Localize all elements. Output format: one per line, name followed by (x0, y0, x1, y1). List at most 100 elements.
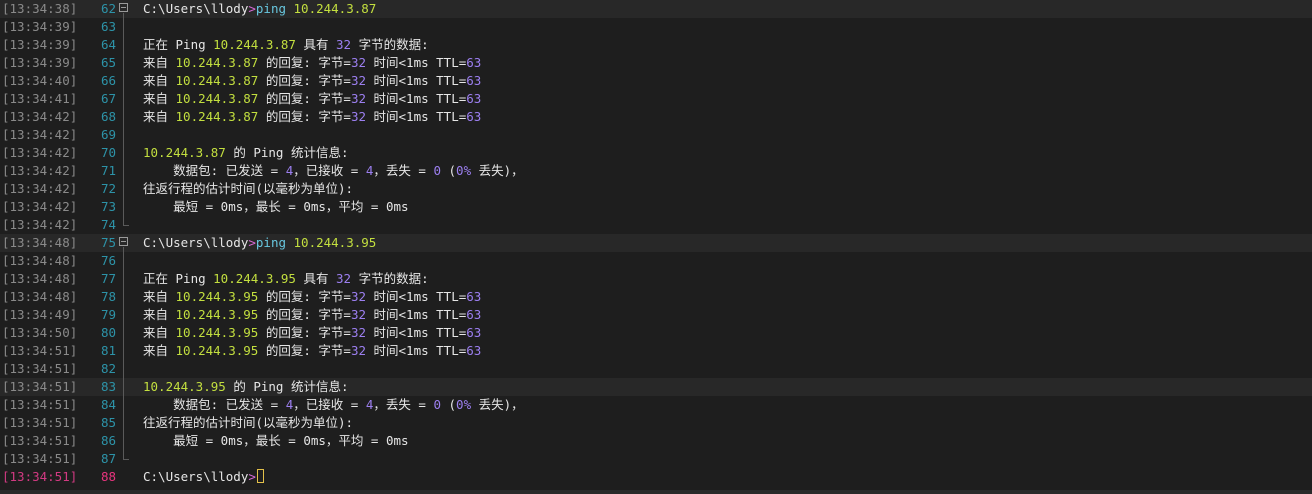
fold-guide (118, 360, 132, 378)
timestamp: [13:34:51] (2, 469, 78, 484)
timestamp: [13:34:39] (2, 19, 78, 34)
text-token: 时间<1ms TTL= (366, 55, 467, 70)
fold-end-guide (118, 216, 132, 234)
current-line[interactable]: [13:34:51] 88 C:\Users\llody> (0, 468, 1312, 486)
text-token: 最短 = 0ms，最长 = 0ms，平均 = 0ms (143, 199, 409, 214)
line-text: 来自 10.244.3.87 的回复: 字节=32 时间<1ms TTL=63 (143, 90, 481, 108)
terminal-line[interactable]: [13:34:42] 70 10.244.3.87 的 Ping 统计信息: (0, 144, 1312, 162)
text-token: 10.244.3.87 (293, 1, 377, 16)
text-token: ping (255, 235, 294, 250)
fold-guide (118, 252, 132, 270)
terminal-line[interactable]: [13:34:51] 83 10.244.3.95 的 Ping 统计信息: (0, 378, 1312, 396)
text-token: 的 Ping 统计信息: (225, 379, 349, 394)
timestamp: [13:34:42] (2, 109, 78, 124)
terminal-line[interactable]: [13:34:40] 66 来自 10.244.3.87 的回复: 字节=32 时间… (0, 72, 1312, 90)
terminal-line[interactable]: [13:34:51] 85 往返行程的估计时间(以毫秒为单位): (0, 414, 1312, 432)
text-token: 10.244.3.95 (175, 289, 259, 304)
terminal-line[interactable]: [13:34:42] 68 来自 10.244.3.87 的回复: 字节=32 时间… (0, 108, 1312, 126)
terminal-line[interactable]: [13:34:42] 74 (0, 216, 1312, 234)
fold-guide (118, 288, 132, 306)
text-token: 往返行程的估计时间(以毫秒为单位): (143, 415, 354, 430)
text-token: 32 (350, 55, 366, 70)
text-token: 63 (466, 307, 482, 322)
fold-guide (118, 54, 132, 72)
text-token: 的回复: 字节= (258, 109, 351, 124)
text-token: 10.244.3.87 (175, 91, 259, 106)
text-token: 32 (350, 73, 366, 88)
terminal-line[interactable]: [13:34:48] 77 正在 Ping 10.244.3.95 具有 32 字节… (0, 270, 1312, 288)
fold-toggle-icon[interactable] (118, 0, 132, 18)
terminal-line[interactable]: [13:34:38] 62 C:\Users\llody>ping 10.244.3… (0, 0, 1312, 18)
line-number: 75 (100, 235, 116, 250)
terminal-line[interactable]: [13:34:51] 84 数据包: 已发送 = 4，已接收 = 4，丢失 = 0… (0, 396, 1312, 414)
text-token: 时间<1ms TTL= (366, 289, 467, 304)
text-token: 丢失)， (471, 163, 524, 178)
terminal-line[interactable]: [13:34:51] 81 来自 10.244.3.95 的回复: 字节=32 时间… (0, 342, 1312, 360)
terminal-line[interactable]: [13:34:42] 71 数据包: 已发送 = 4，已接收 = 4，丢失 = 0… (0, 162, 1312, 180)
text-token: ping (255, 1, 294, 16)
text-token: 10.244.3.87 (143, 145, 226, 160)
text-token: 来自 (143, 325, 176, 340)
text-token: ( (440, 163, 457, 178)
text-token: 来自 (143, 307, 176, 322)
terminal-line[interactable]: [13:34:39] 65 来自 10.244.3.87 的回复: 字节=32 时间… (0, 54, 1312, 72)
line-number: 86 (100, 433, 116, 448)
text-token: 32 (350, 289, 366, 304)
line-text: 10.244.3.95 的 Ping 统计信息: (143, 378, 349, 396)
timestamp: [13:34:51] (2, 361, 78, 376)
terminal-line[interactable]: [13:34:39] 63 (0, 18, 1312, 36)
line-number: 83 (100, 379, 116, 394)
text-token: 时间<1ms TTL= (366, 91, 467, 106)
timestamp: [13:34:49] (2, 307, 78, 322)
text-token: 具有 (295, 37, 337, 52)
terminal-line[interactable]: [13:34:51] 86 最短 = 0ms，最长 = 0ms，平均 = 0ms (0, 432, 1312, 450)
timestamp: [13:34:48] (2, 289, 78, 304)
text-token: ，丢失 = (373, 397, 434, 412)
line-text: 来自 10.244.3.87 的回复: 字节=32 时间<1ms TTL=63 (143, 108, 481, 126)
text-token: 32 (350, 325, 366, 340)
line-text: 来自 10.244.3.95 的回复: 字节=32 时间<1ms TTL=63 (143, 288, 481, 306)
terminal-line[interactable]: [13:34:41] 67 来自 10.244.3.87 的回复: 字节=32 时间… (0, 90, 1312, 108)
line-text: 来自 10.244.3.87 的回复: 字节=32 时间<1ms TTL=63 (143, 72, 481, 90)
terminal-line[interactable]: [13:34:51] 87 (0, 450, 1312, 468)
fold-toggle-icon[interactable] (118, 234, 132, 252)
terminal-line[interactable]: [13:34:48] 75 C:\Users\llody>ping 10.244.3… (0, 234, 1312, 252)
terminal-line[interactable]: [13:34:51] 82 (0, 360, 1312, 378)
terminal-window[interactable]: [13:34:38] 62 C:\Users\llody>ping 10.244.3… (0, 0, 1312, 494)
fold-guide (118, 306, 132, 324)
text-token: 时间<1ms TTL= (366, 343, 467, 358)
text-token: 10.244.3.95 (213, 271, 296, 286)
terminal-line[interactable]: [13:34:42] 69 (0, 126, 1312, 144)
text-token: ，已接收 = (293, 163, 366, 178)
line-number: 65 (100, 55, 116, 70)
text-token: 具有 (295, 271, 337, 286)
text-token: ，丢失 = (373, 163, 434, 178)
timestamp: [13:34:51] (2, 415, 78, 430)
text-token: 正在 Ping (143, 271, 214, 286)
timestamp: [13:34:38] (2, 1, 78, 16)
text-token: 0 (433, 397, 441, 412)
terminal-line[interactable]: [13:34:42] 72 往返行程的估计时间(以毫秒为单位): (0, 180, 1312, 198)
line-number: 74 (100, 217, 116, 232)
timestamp: [13:34:42] (2, 145, 78, 160)
horizontal-scrollbar[interactable] (0, 490, 1312, 494)
terminal-line[interactable]: [13:34:50] 80 来自 10.244.3.95 的回复: 字节=32 时间… (0, 324, 1312, 342)
text-token: 63 (466, 289, 482, 304)
timestamp: [13:34:40] (2, 73, 78, 88)
text-token: 的回复: 字节= (258, 73, 351, 88)
line-text: C:\Users\llody>ping 10.244.3.87 (143, 0, 376, 18)
timestamp: [13:34:42] (2, 181, 78, 196)
line-text: 正在 Ping 10.244.3.87 具有 32 字节的数据: (143, 36, 429, 54)
line-text: 数据包: 已发送 = 4，已接收 = 4，丢失 = 0 (0% 丢失)， (143, 162, 524, 180)
timestamp: [13:34:51] (2, 343, 78, 358)
text-token: 63 (466, 91, 482, 106)
terminal-line[interactable]: [13:34:48] 78 来自 10.244.3.95 的回复: 字节=32 时间… (0, 288, 1312, 306)
timestamp: [13:34:50] (2, 325, 78, 340)
line-text: 正在 Ping 10.244.3.95 具有 32 字节的数据: (143, 270, 429, 288)
terminal-line[interactable]: [13:34:42] 73 最短 = 0ms，最长 = 0ms，平均 = 0ms (0, 198, 1312, 216)
terminal-line[interactable]: [13:34:49] 79 来自 10.244.3.95 的回复: 字节=32 时间… (0, 306, 1312, 324)
terminal-line[interactable]: [13:34:48] 76 (0, 252, 1312, 270)
text-cursor[interactable] (256, 469, 264, 483)
line-text: 数据包: 已发送 = 4，已接收 = 4，丢失 = 0 (0% 丢失)， (143, 396, 524, 414)
terminal-line[interactable]: [13:34:39] 64 正在 Ping 10.244.3.87 具有 32 字节… (0, 36, 1312, 54)
